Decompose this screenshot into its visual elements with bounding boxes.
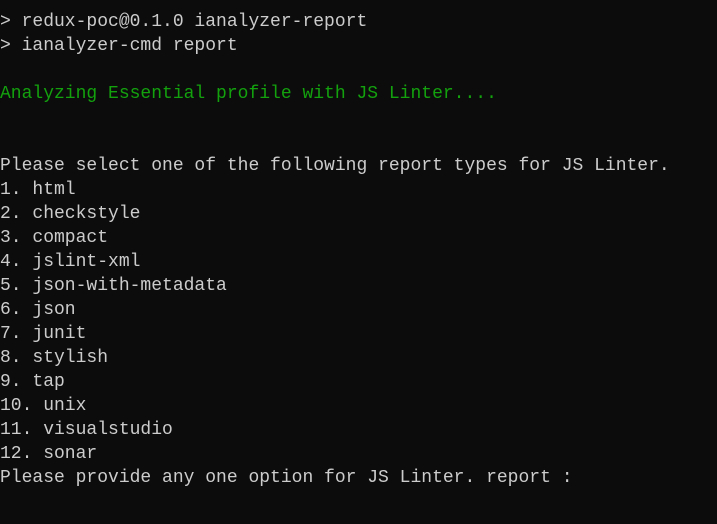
option-item: 2. checkstyle: [0, 204, 141, 224]
option-item: 3. compact: [0, 228, 109, 248]
option-item: 10. unix: [0, 396, 87, 416]
option-item: 7. junit: [0, 324, 87, 344]
command-line: > redux-poc@0.1.0 ianalyzer-report: [0, 12, 368, 32]
option-item: 6. json: [0, 300, 76, 320]
input-prompt[interactable]: Please provide any one option for JS Lin…: [0, 466, 717, 490]
option-item: 12. sonar: [0, 444, 98, 464]
command-line: > ianalyzer-cmd report: [0, 36, 238, 56]
option-item: 8. stylish: [0, 348, 109, 368]
option-item: 5. json-with-metadata: [0, 276, 227, 296]
terminal-output[interactable]: > redux-poc@0.1.0 ianalyzer-report > iana…: [0, 0, 717, 490]
prompt-header: Please select one of the following repor…: [0, 156, 670, 176]
option-item: 9. tap: [0, 372, 65, 392]
option-item: 1. html: [0, 180, 76, 200]
option-item: 4. jslint-xml: [0, 252, 141, 272]
status-message: Analyzing Essential profile with JS Lint…: [0, 84, 497, 104]
option-item: 11. visualstudio: [0, 420, 173, 440]
